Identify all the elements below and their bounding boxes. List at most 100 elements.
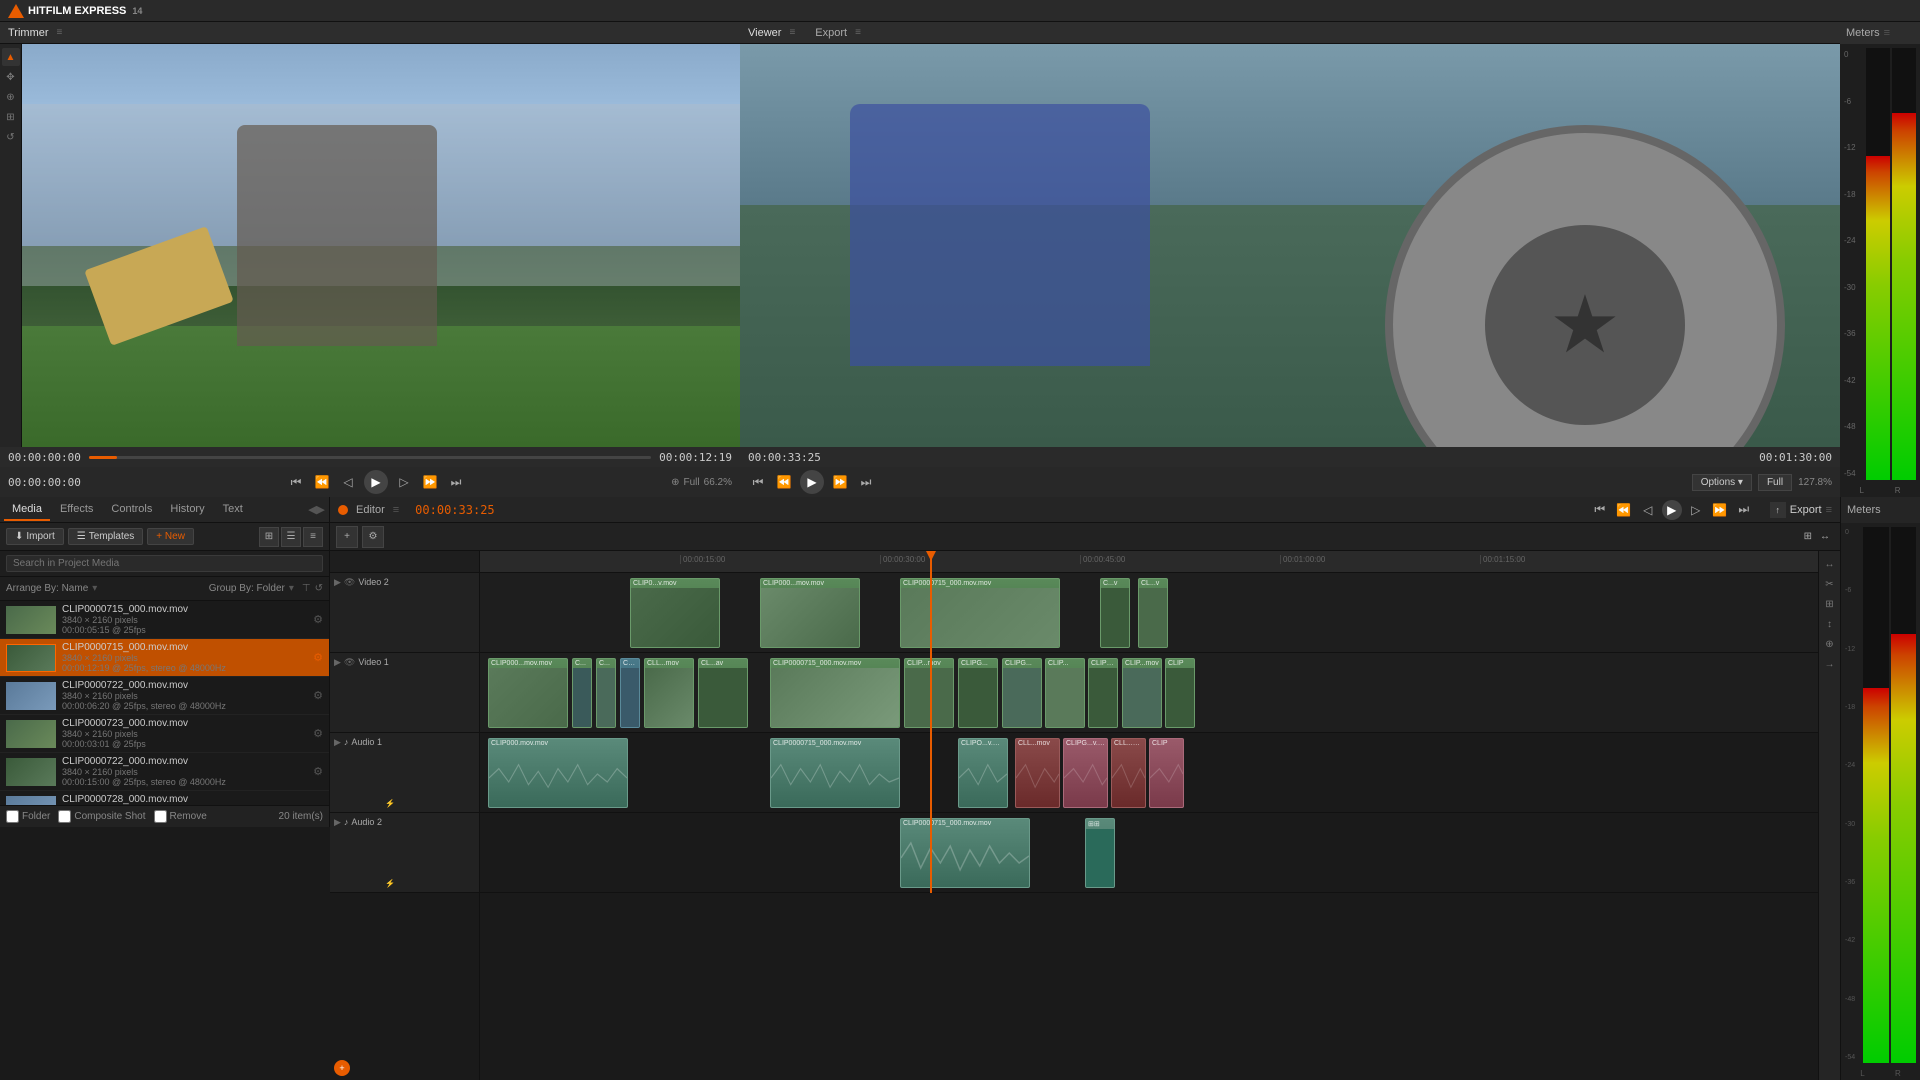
clip-v1-11[interactable]: CLIP... — [1045, 658, 1085, 728]
viewer-prev[interactable]: ⏪ — [774, 472, 794, 492]
media-item[interactable]: CLIP0000715_000.mov.mov 3840 × 2160 pixe… — [0, 601, 329, 639]
remove-checkbox[interactable] — [154, 810, 167, 823]
trimmer-mark-out[interactable]: ▷ — [394, 472, 414, 492]
viewer-skip-start[interactable]: ⏮ — [748, 472, 768, 492]
media-gear-icon-4[interactable]: ⚙ — [313, 727, 323, 740]
clip-a1-clip[interactable]: CLIP — [1149, 738, 1184, 808]
track-v2-expand[interactable]: ▶ — [334, 577, 341, 588]
track-v1-expand[interactable]: ▶ — [334, 657, 341, 668]
track-a2-expand[interactable]: ▶ — [334, 817, 341, 828]
clip-v1-6[interactable]: CL...av — [698, 658, 748, 728]
clip-a2-2[interactable]: ⊞⊞ — [1085, 818, 1115, 888]
track-v2-eye-icon[interactable]: 👁 — [344, 577, 355, 588]
folder-checkbox[interactable] — [6, 810, 19, 823]
media-item-6[interactable]: CLIP0000728_000.mov.mov 3840 × 2160 pixe… — [0, 791, 329, 805]
clip-v1-10[interactable]: CLIPG... — [1002, 658, 1042, 728]
clip-v1-8[interactable]: CLIP...mov — [904, 658, 954, 728]
clip-v1-5[interactable]: CLL...mov — [644, 658, 694, 728]
track-a1-expand[interactable]: ▶ — [334, 737, 341, 748]
media-item-4[interactable]: CLIP0000723_000.mov.mov 3840 × 2160 pixe… — [0, 715, 329, 753]
editor-mark-in[interactable]: ◁ — [1638, 500, 1658, 520]
media-gear-icon-5[interactable]: ⚙ — [313, 765, 323, 778]
tl-tool-2[interactable]: ✂ — [1821, 575, 1839, 593]
tool-move[interactable]: ✥ — [2, 68, 20, 86]
media-gear-icon-3[interactable]: ⚙ — [313, 689, 323, 702]
tl-tool-3[interactable]: ⊞ — [1821, 595, 1839, 613]
add-track-btn[interactable]: + — [334, 1060, 350, 1076]
templates-button[interactable]: ☰ Templates — [68, 528, 144, 545]
editor-skip-end[interactable]: ⏭ — [1734, 500, 1754, 520]
clip-v1-clip[interactable]: CLIP — [1165, 658, 1195, 728]
tab-controls[interactable]: Controls — [103, 499, 160, 521]
media-gear-icon[interactable]: ⚙ — [313, 613, 323, 626]
clip-v2-4[interactable]: C...v — [1100, 578, 1130, 648]
media-item-3[interactable]: CLIP0000722_000.mov.mov 3840 × 2160 pixe… — [0, 677, 329, 715]
editor-mark-out[interactable]: ▷ — [1686, 500, 1706, 520]
tab-effects[interactable]: Effects — [52, 499, 101, 521]
trimmer-next-frame[interactable]: ⏩ — [420, 472, 440, 492]
clip-v2-1[interactable]: CLIP0...v.mov — [630, 578, 720, 648]
export-tab[interactable]: Export — [815, 27, 847, 39]
clip-a1-2[interactable]: CLIP0000715_000.mov.mov — [770, 738, 900, 808]
clip-v1-13[interactable]: CLIP...mov — [1122, 658, 1162, 728]
composite-checkbox[interactable] — [58, 810, 71, 823]
tool-crop[interactable]: ⊞ — [2, 108, 20, 126]
trimmer-play[interactable]: ▶ — [364, 470, 388, 494]
editor-skip-start[interactable]: ⏮ — [1590, 500, 1610, 520]
ripple-btn[interactable]: ↔ — [1820, 531, 1830, 542]
clip-a1-6[interactable]: CLL...mov — [1111, 738, 1146, 808]
clip-v1-3[interactable]: C... — [596, 658, 616, 728]
tool-select[interactable]: ▲ — [2, 48, 20, 66]
viewer-skip-end[interactable]: ⏭ — [856, 472, 876, 492]
tl-tool-5[interactable]: ⊕ — [1821, 635, 1839, 653]
tl-tool-1[interactable]: ↔ — [1821, 555, 1839, 573]
sort-refresh[interactable]: ↺ — [315, 583, 323, 594]
tl-tool-4[interactable]: ↕ — [1821, 615, 1839, 633]
editor-play[interactable]: ▶ — [1662, 500, 1682, 520]
clip-v1-7[interactable]: CLIP0000715_000.mov.mov — [770, 658, 900, 728]
new-button[interactable]: + New — [147, 528, 194, 545]
export-icon[interactable]: ↑ — [1770, 502, 1786, 518]
trimmer-prev-frame[interactable]: ⏪ — [312, 472, 332, 492]
trimmer-mark-in[interactable]: ◁ — [338, 472, 358, 492]
search-input[interactable] — [6, 555, 323, 572]
media-panel-expand[interactable]: ◀▶ — [308, 503, 325, 516]
editor-next[interactable]: ⏩ — [1710, 500, 1730, 520]
clip-v1-9[interactable]: CLIPG... — [958, 658, 998, 728]
clip-a2-1[interactable]: CLIP0000715_000.mov.mov — [900, 818, 1030, 888]
clip-v1-12[interactable]: CLIPG... — [1088, 658, 1118, 728]
clip-v1-1[interactable]: CLIP000...mov.mov — [488, 658, 568, 728]
clip-v1-2[interactable]: C... — [572, 658, 592, 728]
view-list[interactable]: ☰ — [281, 527, 301, 547]
trimmer-zoom-label[interactable]: Full — [684, 477, 700, 488]
tab-history[interactable]: History — [162, 499, 212, 521]
viewer-options-btn[interactable]: Options ▾ — [1692, 474, 1752, 491]
clip-v2-5[interactable]: CL...v — [1138, 578, 1168, 648]
clip-a1-3[interactable]: CLIPO...v.mov — [958, 738, 1008, 808]
viewer-play[interactable]: ▶ — [800, 470, 824, 494]
track-settings-btn[interactable]: ⚙ — [362, 526, 384, 548]
arrange-arrow[interactable]: ▾ — [92, 583, 97, 594]
group-arrow[interactable]: ▾ — [289, 583, 294, 594]
clip-a1-1[interactable]: CLIP000.mov.mov — [488, 738, 628, 808]
trimmer-skip-start[interactable]: ⏮ — [286, 472, 306, 492]
export-label[interactable]: Export — [1790, 504, 1822, 516]
trimmer-progress-bar[interactable] — [89, 456, 651, 459]
clip-a1-5[interactable]: CLIPG...v.mov — [1063, 738, 1108, 808]
view-settings[interactable]: ≡ — [303, 527, 323, 547]
tab-text[interactable]: Text — [215, 499, 251, 521]
clip-v2-3[interactable]: CLIP0000715_000.mov.mov — [900, 578, 1060, 648]
tool-zoom[interactable]: ⊕ — [2, 88, 20, 106]
sort-filter[interactable]: ⊤ — [302, 583, 311, 594]
clip-v1-4[interactable]: CL... — [620, 658, 640, 728]
media-item-selected[interactable]: CLIP0000715_000.mov.mov 3840 × 2160 pixe… — [0, 639, 329, 677]
clip-a1-4[interactable]: CLL...mov — [1015, 738, 1060, 808]
media-gear-icon-selected[interactable]: ⚙ — [313, 651, 323, 664]
view-grid[interactable]: ⊞ — [259, 527, 279, 547]
track-add-btn[interactable]: + — [336, 526, 358, 548]
media-item-5[interactable]: CLIP0000722_000.mov.mov 3840 × 2160 pixe… — [0, 753, 329, 791]
snap-btn[interactable]: ⊞ — [1804, 531, 1812, 542]
tool-rotate[interactable]: ↺ — [2, 128, 20, 146]
editor-prev[interactable]: ⏪ — [1614, 500, 1634, 520]
track-v1-eye-icon[interactable]: 👁 — [344, 657, 355, 668]
